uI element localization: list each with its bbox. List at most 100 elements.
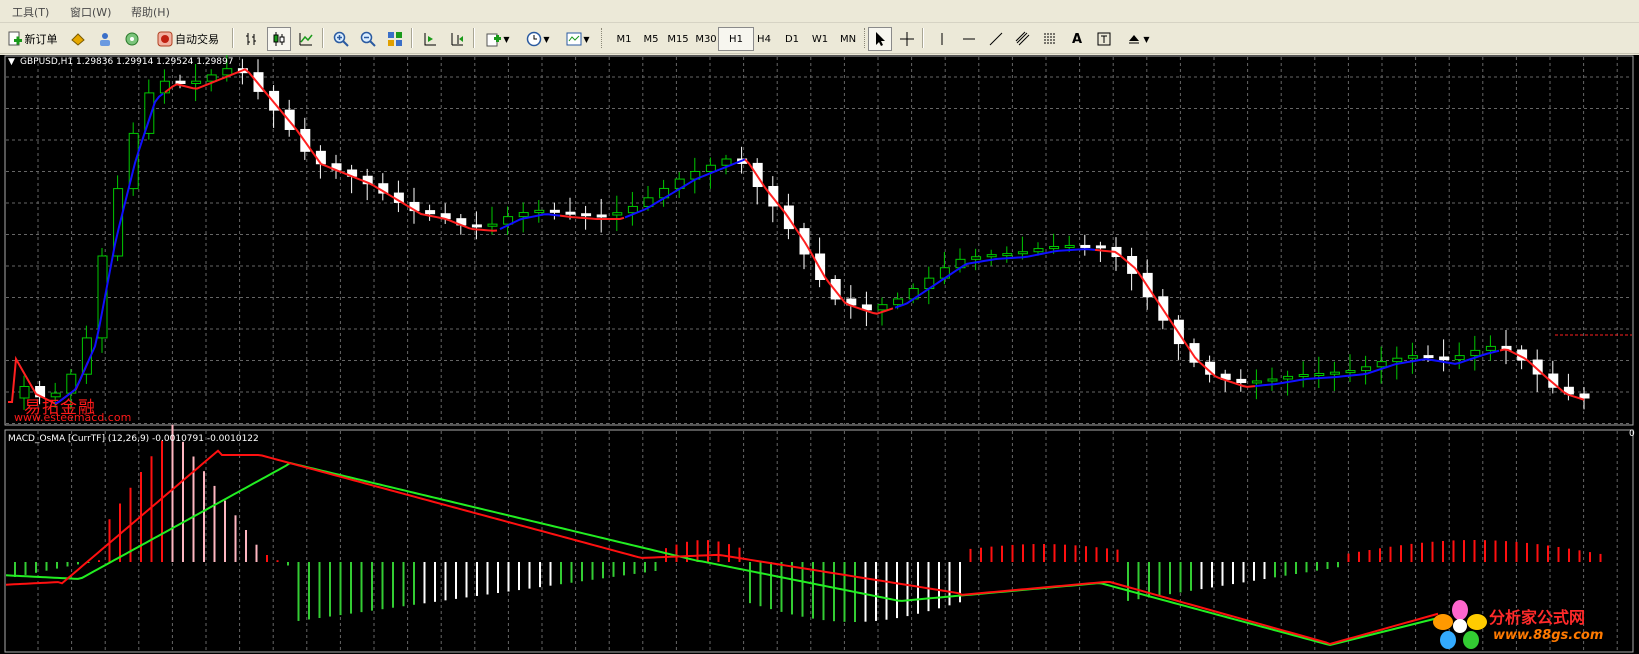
crosshair-icon	[900, 32, 914, 46]
fibonacci-button[interactable]	[1038, 27, 1062, 51]
chevron-down-icon: ▼	[583, 34, 590, 44]
new-order-button[interactable]: 新订单	[2, 27, 62, 51]
menu-window[interactable]: 窗口(W)	[70, 4, 111, 20]
macd-histogram-bar	[287, 562, 289, 566]
macd-histogram-bar	[276, 560, 279, 562]
macd-histogram-bar	[969, 548, 972, 562]
auto-trade-label: 自动交易	[175, 33, 219, 46]
macd-histogram-bar	[917, 562, 919, 614]
candle	[596, 214, 607, 218]
periods-button[interactable]: ▼	[520, 27, 556, 51]
macd-histogram-bar	[560, 562, 562, 585]
macd-histogram-bar	[476, 562, 478, 596]
equidistant-channel-button[interactable]	[1011, 27, 1035, 51]
text-tool-button[interactable]: A	[1065, 27, 1089, 51]
macd-histogram-bar	[1232, 562, 1234, 585]
macd-histogram-bar	[486, 562, 489, 595]
menu-help[interactable]: 帮助(H)	[131, 4, 170, 20]
candle	[1064, 244, 1075, 248]
macd-histogram-bar	[1179, 562, 1182, 593]
candlestick-button[interactable]	[267, 27, 291, 51]
text-label-button[interactable]	[1092, 27, 1116, 51]
cursor-button[interactable]	[868, 27, 892, 51]
chart-shift-button[interactable]	[445, 27, 469, 51]
macd-histogram-bar	[833, 562, 835, 622]
macd-histogram-bar	[528, 562, 531, 589]
candle	[534, 209, 545, 214]
bar-chart-icon	[246, 33, 256, 45]
macd-histogram-bar	[549, 562, 552, 586]
candle	[1361, 366, 1372, 372]
candle	[191, 80, 202, 84]
market-watch-button[interactable]	[66, 27, 90, 51]
toolbar-grip[interactable]	[601, 28, 605, 48]
candle	[425, 210, 436, 215]
macd-histogram-bar	[1337, 562, 1339, 568]
template-icon	[566, 32, 582, 46]
trend-line-button[interactable]	[984, 27, 1008, 51]
macd-histogram-bar	[612, 562, 615, 577]
macd-histogram-bar	[581, 562, 583, 582]
indicators-button[interactable]: ▼	[480, 27, 516, 51]
macd-histogram-bar	[1011, 544, 1014, 562]
candle	[1376, 361, 1387, 368]
bar-chart-button[interactable]	[240, 27, 264, 51]
zoom-in-button[interactable]	[329, 27, 353, 51]
chart-dropdown-icon[interactable]: ▼	[8, 57, 15, 67]
fibonacci-icon	[1044, 33, 1056, 44]
crosshair-button[interactable]	[895, 27, 919, 51]
macd-histogram-bar	[906, 562, 909, 617]
macd-histogram-bar	[1043, 544, 1045, 562]
candle	[1080, 244, 1091, 248]
candle	[1345, 370, 1356, 374]
menu-tools[interactable]: 工具(T)	[12, 4, 49, 20]
macd-histogram-bar	[1263, 562, 1266, 580]
channel-icon	[1015, 31, 1030, 46]
zoom-out-button[interactable]	[356, 27, 380, 51]
line-chart-button[interactable]	[294, 27, 318, 51]
candle	[1017, 251, 1028, 255]
trend-line-icon	[989, 32, 1003, 46]
macd-histogram-bar	[1284, 562, 1287, 576]
macd-histogram-bar	[1515, 541, 1518, 562]
auto-trade-button[interactable]: 自动交易	[150, 27, 226, 51]
macd-histogram-bar	[35, 562, 37, 573]
macd-histogram-bar	[297, 562, 300, 621]
arrows-button[interactable]: ▼	[1120, 27, 1156, 51]
vertical-line-button[interactable]	[930, 27, 954, 51]
candle	[1407, 355, 1418, 359]
macd-histogram-bar	[45, 562, 48, 571]
timeframe-mn-button[interactable]: MN	[830, 27, 866, 51]
site-logo: 分析家公式网 www.88gs.com	[1433, 600, 1633, 650]
macd-histogram-bar	[1221, 562, 1224, 586]
macd-histogram-bar	[1557, 547, 1560, 562]
candle	[471, 224, 482, 228]
toolbar-separator	[411, 28, 413, 48]
chart-shift-icon	[451, 33, 463, 46]
macd-histogram-bar	[927, 562, 930, 612]
macd-histogram-bar	[171, 424, 174, 562]
macd-histogram-bar	[728, 544, 730, 562]
terminal-button[interactable]	[120, 27, 144, 51]
candle	[1298, 374, 1309, 378]
macd-signal-line	[5, 461, 1439, 647]
macd-histogram-bar	[1200, 562, 1203, 590]
chart-window[interactable]: ▼ GBPUSD,H1 1.29836 1.29914 1.29524 1.29…	[0, 55, 1639, 654]
price-chart[interactable]	[0, 55, 1639, 654]
macd-histogram-bar	[843, 562, 846, 622]
candle	[1095, 245, 1106, 249]
chevron-down-icon: ▼	[1143, 34, 1150, 44]
macd-histogram-bar	[1326, 562, 1329, 569]
horizontal-line-button[interactable]	[957, 27, 981, 51]
macd-histogram-bar	[1022, 544, 1024, 562]
templates-button[interactable]: ▼	[560, 27, 596, 51]
macd-histogram-bar	[1389, 546, 1392, 562]
tile-windows-button[interactable]	[383, 27, 407, 51]
navigator-button[interactable]	[93, 27, 117, 51]
toolbar-separator	[473, 28, 475, 48]
auto-scroll-button[interactable]	[418, 27, 442, 51]
macd-histogram-bar	[759, 562, 762, 607]
macd-histogram-bar	[98, 560, 100, 562]
macd-histogram-bar	[255, 544, 258, 562]
candle	[581, 213, 592, 217]
